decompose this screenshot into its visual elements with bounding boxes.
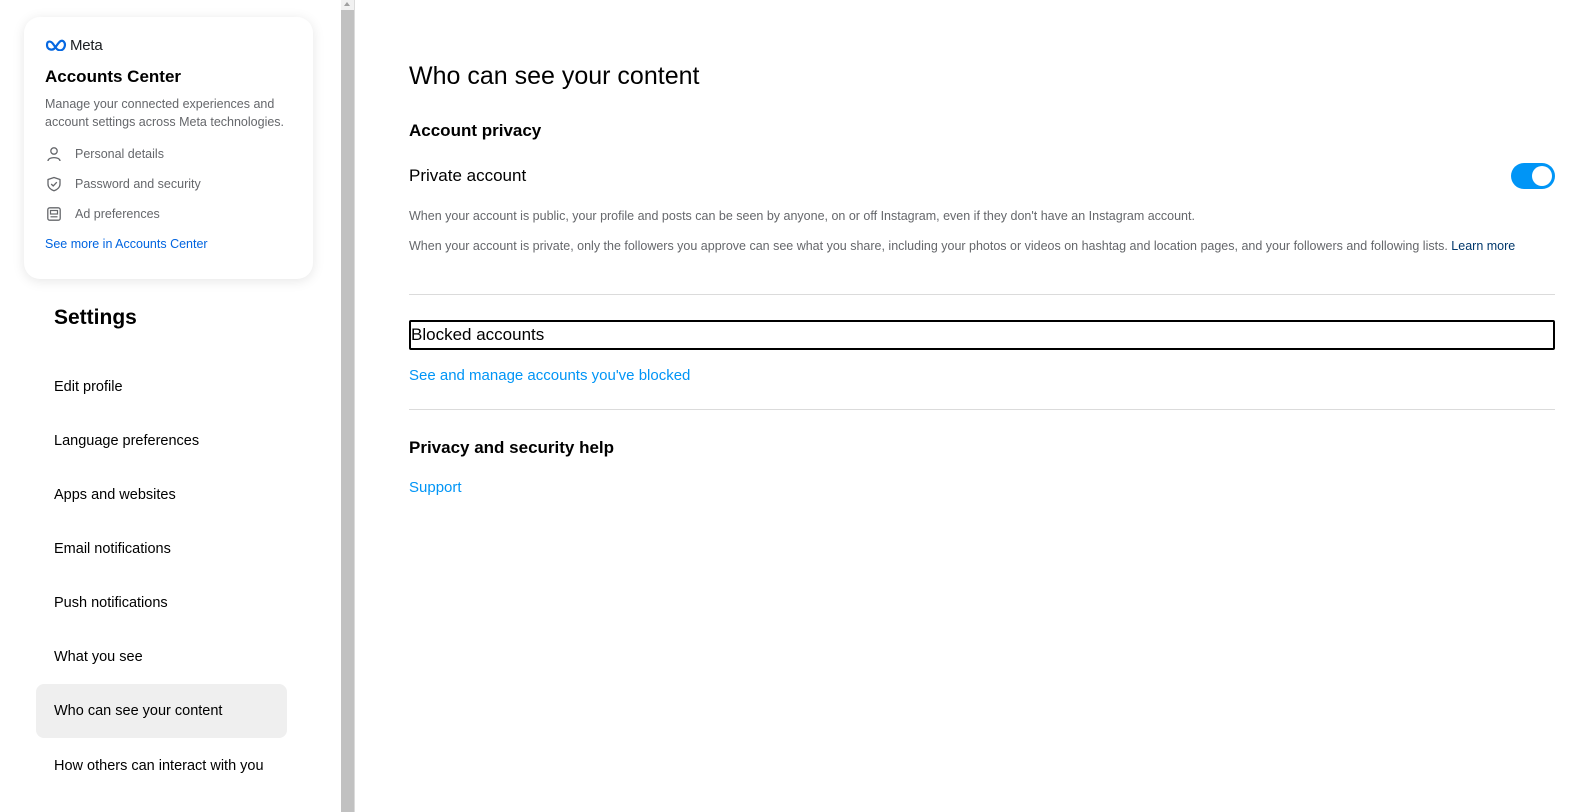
- nav-item-how-others-can-interact[interactable]: How others can interact with you: [36, 738, 287, 808]
- ac-item-ad-preferences[interactable]: Ad preferences: [45, 199, 292, 229]
- section-divider: [409, 294, 1555, 295]
- privacy-security-help-heading: Privacy and security help: [409, 438, 615, 457]
- meta-brand-text: Meta: [70, 36, 103, 54]
- person-icon: [45, 145, 63, 163]
- ac-item-password-security[interactable]: Password and security: [45, 169, 292, 199]
- nav-item-what-you-see[interactable]: What you see: [36, 630, 287, 684]
- sidebar-divider: [354, 0, 355, 812]
- ac-item-label: Personal details: [75, 147, 164, 161]
- nav-item-who-can-see-your-content[interactable]: Who can see your content: [36, 684, 287, 738]
- settings-sidebar: Meta Accounts Center Manage your connect…: [0, 0, 343, 812]
- ad-preferences-icon: [45, 205, 63, 223]
- settings-page: Meta Accounts Center Manage your connect…: [0, 0, 1593, 812]
- nav-item-email-notifications[interactable]: Email notifications: [36, 522, 287, 576]
- nav-item-edit-profile[interactable]: Edit profile: [36, 360, 287, 414]
- settings-nav: Edit profile Language preferences Apps a…: [36, 360, 287, 808]
- private-help-body: When your account is private, only the f…: [409, 239, 1448, 253]
- manage-blocked-accounts-link[interactable]: See and manage accounts you've blocked: [409, 367, 690, 384]
- blocked-accounts-heading[interactable]: Blocked accounts: [409, 320, 1555, 350]
- ac-item-personal-details[interactable]: Personal details: [45, 139, 292, 169]
- ac-item-label: Password and security: [75, 177, 201, 191]
- see-more-accounts-center-link[interactable]: See more in Accounts Center: [45, 237, 292, 251]
- private-account-label: Private account: [409, 166, 527, 185]
- public-account-help-text: When your account is public, your profil…: [409, 209, 1195, 223]
- page-title: Who can see your content: [409, 62, 700, 90]
- private-account-help-text: When your account is private, only the f…: [409, 238, 1534, 255]
- accounts-center-list: Personal details Password and security A…: [45, 139, 292, 229]
- sidebar-scrollbar[interactable]: [341, 0, 354, 812]
- accounts-center-card[interactable]: Meta Accounts Center Manage your connect…: [24, 17, 313, 279]
- nav-item-push-notifications[interactable]: Push notifications: [36, 576, 287, 630]
- meta-logo: Meta: [45, 36, 292, 54]
- toggle-knob: [1532, 166, 1552, 186]
- nav-item-apps-and-websites[interactable]: Apps and websites: [36, 468, 287, 522]
- private-account-toggle[interactable]: [1511, 163, 1555, 189]
- nav-item-language-preferences[interactable]: Language preferences: [36, 414, 287, 468]
- learn-more-link[interactable]: Learn more: [1451, 239, 1515, 253]
- accounts-center-title: Accounts Center: [45, 67, 182, 86]
- section-divider: [409, 409, 1555, 410]
- ac-item-label: Ad preferences: [75, 207, 160, 221]
- shield-check-icon: [45, 175, 63, 193]
- scroll-up-arrow-icon[interactable]: [341, 0, 354, 10]
- accounts-center-description: Manage your connected experiences and ac…: [45, 97, 285, 129]
- meta-infinity-icon: [45, 39, 66, 51]
- account-privacy-heading: Account privacy: [409, 121, 542, 140]
- support-link[interactable]: Support: [409, 479, 462, 496]
- settings-title: Settings: [54, 306, 137, 329]
